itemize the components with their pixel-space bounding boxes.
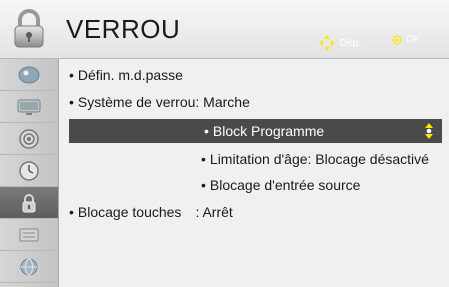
bullet: • bbox=[204, 123, 209, 139]
move-hint-label: Dép. bbox=[340, 37, 362, 49]
menu-item-lock-system[interactable]: • Système de verrou: Marche bbox=[69, 94, 250, 110]
picture-icon bbox=[18, 66, 40, 83]
options-icon bbox=[19, 228, 39, 241]
sidebar-item-picture[interactable] bbox=[0, 59, 58, 91]
lock-menu-screen: VERROU Dép. OK • Défin. m.d.passe • Syst… bbox=[0, 0, 449, 287]
navigation-arrows-icon bbox=[318, 34, 336, 52]
bullet: • bbox=[201, 177, 206, 193]
menu-item-label: Limitation d'âge: Blocage désactivé bbox=[209, 151, 429, 167]
speaker-icon bbox=[19, 128, 39, 149]
ok-hint: OK bbox=[392, 34, 420, 45]
move-hint: Dép. bbox=[318, 34, 361, 52]
menu-item-input-block[interactable]: • Blocage d'entrée source bbox=[201, 177, 360, 193]
block-program-label: Block Programme bbox=[212, 123, 325, 139]
bullet: • bbox=[201, 151, 206, 167]
category-sidebar bbox=[0, 59, 59, 287]
bullet: • bbox=[69, 94, 74, 110]
ok-hint-label: OK bbox=[406, 34, 421, 45]
clock-icon bbox=[19, 160, 39, 181]
bullet: • bbox=[69, 204, 74, 220]
menu-item-label: • Block Programme bbox=[204, 123, 324, 139]
menu-item-set-password[interactable]: • Défin. m.d.passe bbox=[69, 67, 183, 83]
bullet: • bbox=[69, 67, 74, 83]
sidebar-item-options[interactable] bbox=[0, 219, 58, 251]
ok-button-icon bbox=[392, 34, 402, 45]
menu-header: VERROU Dép. OK bbox=[0, 0, 449, 59]
sidebar-item-network[interactable] bbox=[0, 251, 58, 283]
key-lock-label: Blocage touches bbox=[77, 204, 182, 220]
lock-settings-list: • Défin. m.d.passe • Système de verrou: … bbox=[59, 59, 449, 287]
lock-icon bbox=[22, 193, 36, 212]
sidebar-item-audio[interactable] bbox=[0, 123, 58, 155]
sidebar-item-lock[interactable] bbox=[0, 187, 58, 219]
key-lock-value: : Arrêt bbox=[195, 204, 233, 220]
menu-item-block-program[interactable]: • Block Programme bbox=[69, 119, 442, 143]
menu-item-age-limit[interactable]: • Limitation d'âge: Blocage désactivé bbox=[201, 151, 429, 167]
sidebar-item-tv[interactable] bbox=[0, 91, 58, 123]
sidebar-item-time[interactable] bbox=[0, 155, 58, 187]
page-title: VERROU bbox=[66, 14, 181, 44]
menu-item-key-lock[interactable]: • Blocage touches : Arrêt bbox=[69, 204, 233, 220]
network-icon bbox=[20, 258, 38, 275]
tv-icon bbox=[17, 99, 41, 115]
menu-item-label: Système de verrou: Marche bbox=[77, 94, 250, 110]
menu-item-label: Blocage d'entrée source bbox=[209, 177, 361, 193]
up-down-arrow-icon bbox=[424, 123, 434, 142]
menu-item-label: Défin. m.d.passe bbox=[77, 67, 183, 83]
lock-icon bbox=[4, 4, 54, 54]
